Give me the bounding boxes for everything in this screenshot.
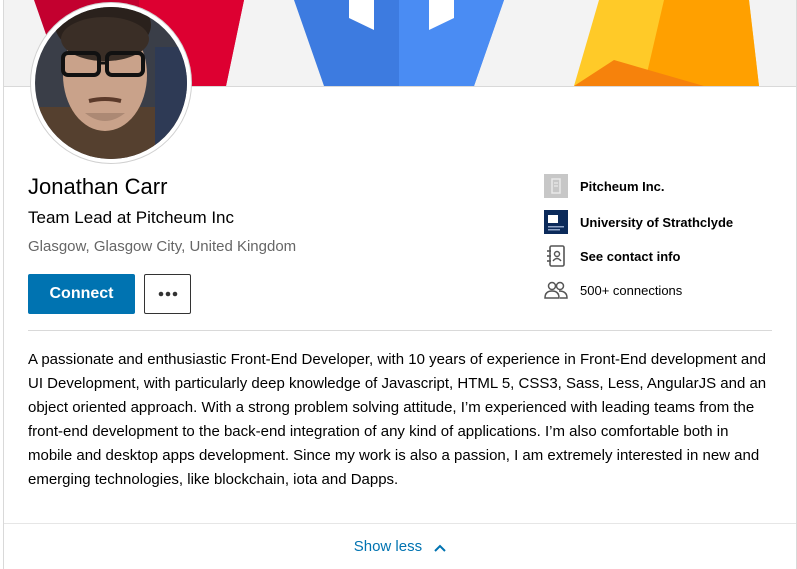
show-less-button[interactable]: Show less: [4, 538, 796, 556]
sidebar-contact-link[interactable]: See contact info: [580, 249, 680, 264]
sidebar-item-connections[interactable]: 500+ connections: [544, 278, 682, 302]
profile-location: Glasgow, Glasgow City, United Kingdom: [28, 238, 297, 255]
more-actions-button[interactable]: [144, 274, 191, 314]
show-less-label: Show less: [353, 538, 423, 555]
profile-avatar[interactable]: [31, 3, 191, 163]
sidebar-item-contact[interactable]: See contact info: [544, 244, 680, 268]
section-divider: [28, 330, 772, 331]
address-book-icon: [544, 244, 568, 268]
avatar-photo: [35, 7, 187, 159]
profile-headline: Team Lead at Pitcheum Inc: [28, 208, 235, 227]
company-logo-icon: [544, 174, 568, 198]
sidebar-item-school[interactable]: University of Strathclyde: [544, 210, 733, 234]
profile-summary: A passionate and enthusiastic Front-End …: [28, 351, 767, 488]
sidebar-company-label: Pitcheum Inc.: [580, 178, 665, 194]
school-logo-icon: [544, 210, 568, 234]
profile-card: Jonathan Carr Team Lead at Pitcheum Inc …: [3, 0, 797, 569]
sidebar-connections-label: 500+ connections: [580, 282, 683, 298]
chevron-up-icon: [434, 539, 446, 556]
people-icon: [544, 278, 568, 302]
profile-name: Jonathan Carr: [28, 174, 168, 199]
footer-divider: [4, 523, 796, 524]
connect-button[interactable]: Connect: [28, 274, 135, 314]
sidebar-school-label: University of Strathclyde: [580, 214, 734, 230]
more-horizontal-icon: [158, 291, 177, 297]
sidebar-item-company[interactable]: Pitcheum Inc.: [544, 174, 665, 198]
